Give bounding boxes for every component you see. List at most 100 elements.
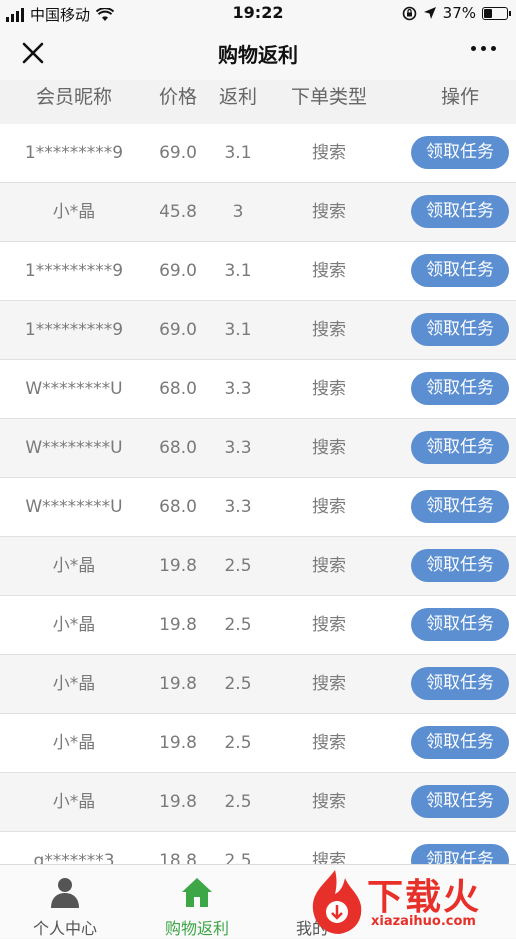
table-row: 小*晶 45.8 3 搜索 领取任务: [0, 183, 516, 242]
cell-nickname: 小*晶: [52, 615, 96, 635]
home-icon: [182, 878, 212, 907]
cell-order-type: 搜索: [312, 379, 346, 399]
table-row: 小*晶 19.8 2.5 搜索 领取任务: [0, 655, 516, 714]
rotation-lock-icon: [402, 6, 416, 20]
cell-order-type: 搜索: [312, 792, 346, 812]
location-icon: [423, 7, 436, 19]
claim-task-button[interactable]: 领取任务: [411, 313, 509, 346]
cell-nickname: W********U: [25, 438, 123, 458]
cell-rebate: 3.1: [224, 320, 252, 340]
cell-price: 18.8: [159, 851, 197, 864]
cell-price: 19.8: [159, 674, 197, 694]
header-rebate: 返利: [218, 86, 257, 108]
cell-nickname: 小*晶: [52, 674, 96, 694]
cell-nickname: 小*晶: [52, 202, 96, 222]
claim-task-button[interactable]: 领取任务: [411, 136, 509, 169]
cell-nickname: W********U: [25, 379, 123, 399]
table-row: W********U 68.0 3.3 搜索 领取任务: [0, 360, 516, 419]
table-row: W********U 68.0 3.3 搜索 领取任务: [0, 478, 516, 537]
cell-price: 68.0: [159, 497, 197, 517]
cell-order-type: 搜索: [312, 556, 346, 576]
header-order-type: 下单类型: [290, 86, 367, 108]
cell-price: 69.0: [159, 261, 197, 281]
cell-rebate: 3.3: [224, 379, 252, 399]
cell-price: 68.0: [159, 379, 197, 399]
header-nickname: 会员昵称: [35, 86, 112, 108]
claim-task-button[interactable]: 领取任务: [411, 254, 509, 287]
claim-task-button[interactable]: 领取任务: [411, 667, 509, 700]
cell-price: 19.8: [159, 792, 197, 812]
cell-nickname: 1*********9: [24, 143, 124, 163]
claim-task-button[interactable]: 领取任务: [411, 608, 509, 641]
cell-nickname: 1*********9: [24, 261, 124, 281]
claim-task-button[interactable]: 领取任务: [411, 726, 509, 759]
table-row: 1*********9 69.0 3.1 搜索 领取任务: [0, 124, 516, 183]
table-row: W********U 68.0 3.3 搜索 领取任务: [0, 419, 516, 478]
cell-rebate: 3.3: [224, 438, 252, 458]
table-row: g*******3 18.8 2.5 搜索 领取任务: [0, 832, 516, 864]
table-row: 1*********9 69.0 3.1 搜索 领取任务: [0, 242, 516, 301]
cell-price: 45.8: [159, 202, 197, 222]
cell-rebate: 2.5: [224, 733, 252, 753]
cell-price: 19.8: [159, 556, 197, 576]
tab-label: 个人中心: [32, 919, 97, 938]
claim-task-button[interactable]: 领取任务: [411, 549, 509, 582]
cell-order-type: 搜索: [312, 202, 346, 222]
cell-nickname: 1*********9: [24, 320, 124, 340]
cell-price: 69.0: [159, 320, 197, 340]
cell-nickname: 小*晶: [52, 792, 96, 812]
cell-rebate: 2.5: [224, 851, 252, 864]
cell-nickname: 小*晶: [52, 733, 96, 753]
cell-price: 19.8: [159, 733, 197, 753]
watermark-url: xiazaihuo.com: [371, 914, 476, 929]
cell-rebate: 2.5: [224, 792, 252, 812]
table-row: 小*晶 19.8 2.5 搜索 领取任务: [0, 537, 516, 596]
cell-price: 68.0: [159, 438, 197, 458]
cell-rebate: 2.5: [224, 615, 252, 635]
task-list[interactable]: 1*********9 69.0 3.1 搜索 领取任务 小*晶 45.8 3 搜索 领取任务 1*…: [0, 124, 516, 864]
cell-nickname: g*******3: [33, 851, 115, 864]
claim-task-button[interactable]: 领取任务: [411, 490, 509, 523]
claim-task-button[interactable]: 领取任务: [411, 372, 509, 405]
cell-order-type: 搜索: [312, 851, 346, 864]
cell-nickname: W********U: [25, 497, 123, 517]
cell-order-type: 搜索: [312, 261, 346, 281]
cell-order-type: 搜索: [312, 674, 346, 694]
cell-price: 19.8: [159, 615, 197, 635]
cell-order-type: 搜索: [312, 143, 346, 163]
tab-shopping-rebate[interactable]: 购物返利: [132, 865, 262, 938]
table-row: 小*晶 19.8 2.5 搜索 领取任务: [0, 714, 516, 773]
cell-order-type: 搜索: [312, 320, 346, 340]
cell-rebate: 2.5: [224, 556, 252, 576]
person-icon: [51, 878, 79, 908]
header-action: 操作: [440, 86, 479, 108]
claim-task-button[interactable]: 领取任务: [411, 844, 509, 864]
flame-icon: [312, 870, 362, 934]
status-bar: 中国移动 19:22 37%: [0, 0, 516, 26]
cell-order-type: 搜索: [312, 615, 346, 635]
cell-rebate: 3: [232, 202, 244, 222]
claim-task-button[interactable]: 领取任务: [411, 785, 509, 818]
cell-rebate: 3.3: [224, 497, 252, 517]
tab-personal-center[interactable]: 个人中心: [0, 865, 130, 938]
page-title: 购物返利: [218, 43, 298, 67]
table-header: 会员昵称 价格 返利 下单类型 操作: [0, 80, 516, 125]
battery-percent: 37%: [442, 4, 476, 22]
cell-order-type: 搜索: [312, 733, 346, 753]
header-price: 价格: [158, 86, 197, 108]
cell-rebate: 2.5: [224, 674, 252, 694]
claim-task-button[interactable]: 领取任务: [411, 431, 509, 464]
cell-order-type: 搜索: [312, 497, 346, 517]
nav-bar: 购物返利: [0, 26, 516, 80]
cell-rebate: 3.1: [224, 261, 252, 281]
cell-rebate: 3.1: [224, 143, 252, 163]
cell-price: 69.0: [159, 143, 197, 163]
cell-order-type: 搜索: [312, 438, 346, 458]
more-icon[interactable]: [471, 46, 496, 51]
claim-task-button[interactable]: 领取任务: [411, 195, 509, 228]
table-row: 小*晶 19.8 2.5 搜索 领取任务: [0, 596, 516, 655]
cell-nickname: 小*晶: [52, 556, 96, 576]
table-row: 1*********9 69.0 3.1 搜索 领取任务: [0, 301, 516, 360]
battery-icon: [482, 6, 511, 20]
tab-label: 购物返利: [164, 919, 229, 938]
